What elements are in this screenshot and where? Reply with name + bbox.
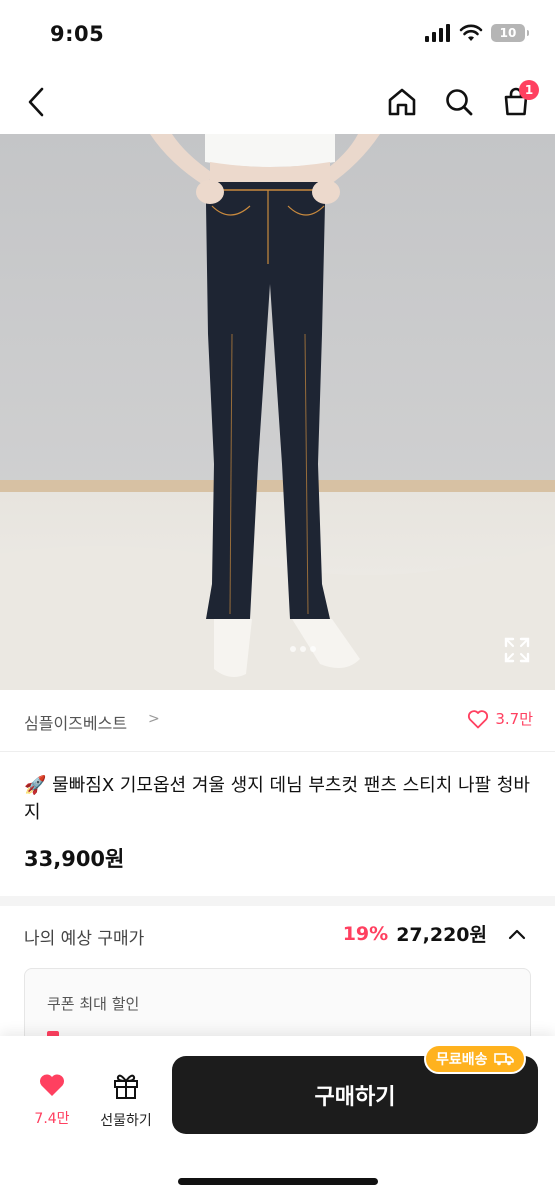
gift-button[interactable]: 선물하기: [94, 1070, 158, 1130]
cart-badge: 1: [519, 80, 539, 100]
gift-label: 선물하기: [100, 1113, 152, 1129]
status-bar: 9:05 10: [0, 0, 555, 70]
product-price: 33,900원: [24, 847, 125, 871]
search-icon: [446, 89, 473, 116]
shop-like-button[interactable]: 3.7만: [467, 708, 533, 729]
truck-icon: [493, 1053, 514, 1066]
back-button[interactable]: [18, 82, 54, 122]
home-icon: [388, 88, 416, 116]
expand-image-button[interactable]: [503, 636, 531, 664]
free-shipping-label: 무료배송: [436, 1052, 488, 1068]
chevron-up-icon[interactable]: [507, 927, 527, 941]
product-photo: [0, 134, 555, 690]
shop-name-link[interactable]: 심플이즈베스트: [24, 710, 127, 734]
like-button[interactable]: 7.4만: [26, 1072, 78, 1128]
wifi-icon: [459, 24, 483, 41]
product-title: 🚀 물빠짐X 기모옵션 겨울 생지 데님 부츠컷 팬츠 스티치 나팔 청바지: [24, 775, 530, 823]
shop-like-count: 3.7만: [495, 710, 533, 728]
search-button[interactable]: [440, 82, 478, 122]
product-image[interactable]: [0, 134, 555, 690]
discount-rate: 19%: [342, 922, 389, 945]
estimated-price-values: 19% 27,220원: [343, 920, 527, 947]
estimated-price: 27,220원: [396, 924, 487, 946]
heart-filled-icon: [39, 1074, 65, 1096]
bottom-action-bar: 7.4만 선물하기 구매하기 무료배송: [0, 1036, 555, 1200]
estimated-price-row[interactable]: 나의 예상 구매가 19% 27,220원: [0, 906, 555, 964]
status-time: 9:05: [50, 22, 105, 46]
free-shipping-badge: 무료배송: [424, 1044, 526, 1074]
home-button[interactable]: [383, 82, 421, 122]
shop-row: 심플이즈베스트 > 3.7만: [0, 690, 555, 752]
battery-icon: 10: [491, 24, 529, 42]
nav-bar: 1: [0, 70, 555, 134]
coupon-title: 쿠폰 최대 할인: [47, 995, 140, 1013]
status-icons: 10: [425, 24, 529, 42]
like-count: 7.4만: [34, 1111, 70, 1127]
estimated-price-label: 나의 예상 구매가: [24, 929, 145, 949]
section-divider: [0, 896, 555, 906]
heart-outline-icon: [468, 709, 489, 728]
signal-icon: [425, 24, 450, 42]
back-arrow-icon: [28, 87, 44, 117]
shop-chevron: >: [148, 711, 160, 727]
cart-button[interactable]: 1: [496, 80, 539, 122]
home-indicator: [178, 1178, 378, 1185]
expand-icon: [504, 637, 530, 663]
gift-icon: [114, 1074, 138, 1099]
image-pagination-dots: [290, 646, 316, 652]
